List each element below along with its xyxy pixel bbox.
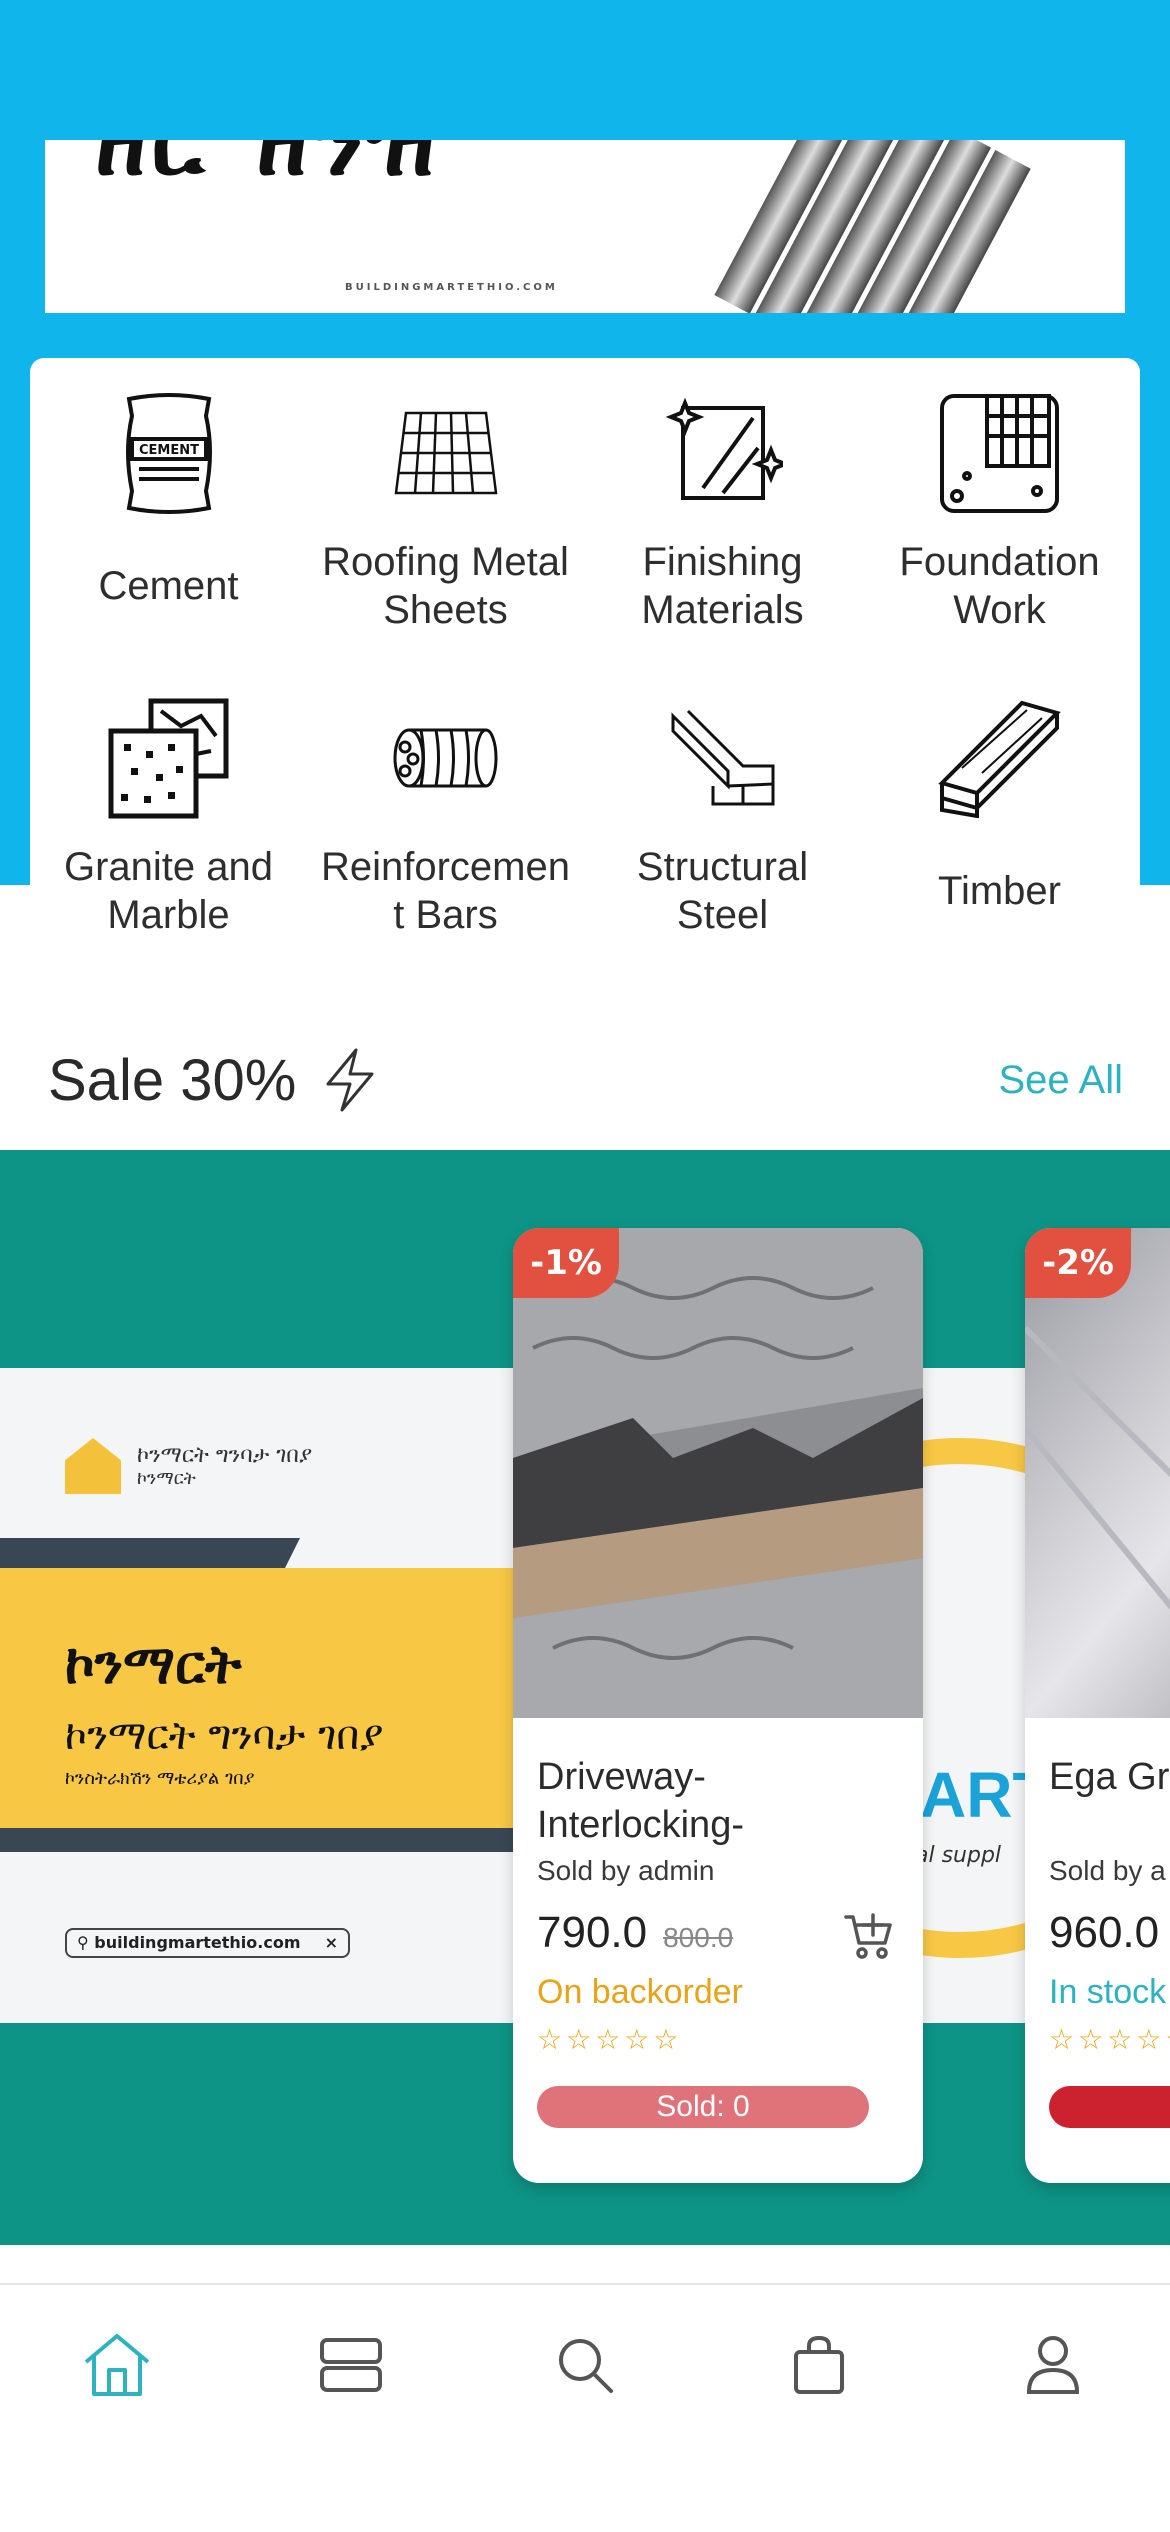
discount-badge: -1% — [513, 1228, 619, 1298]
user-icon — [1026, 2336, 1080, 2394]
nav-home[interactable] — [57, 2320, 177, 2410]
promo-logo-line1: ኮንማርት ግንባታ ገበያ — [137, 1443, 313, 1468]
steel-beam-icon — [658, 693, 788, 823]
stock-status: In stock — [1049, 1973, 1167, 2011]
category-roofing[interactable]: Roofing Metal Sheets — [307, 388, 584, 693]
category-label: Finishing Materials — [641, 540, 804, 632]
promo-logo: ኮንማርት ግንባታ ገበያ ኮንማርት — [65, 1438, 312, 1494]
category-timber[interactable]: Timber — [861, 693, 1138, 998]
close-icon: × — [324, 1933, 338, 1952]
sold-count-bar: S — [1049, 2086, 1170, 2128]
rating-stars: ☆☆☆☆☆ — [1049, 2023, 1170, 2056]
product-card[interactable]: -1% Driveway-Interlocking- Sold by admin… — [513, 1228, 923, 2183]
sold-count-bar: Sold: 0 — [537, 2086, 869, 2128]
category-label: Roofing Metal Sheets — [322, 540, 569, 632]
house-logo-icon — [65, 1438, 121, 1494]
rebar-bundle-icon — [381, 693, 511, 823]
category-rebar[interactable]: Reinforcemen t Bars — [307, 693, 584, 998]
category-granite[interactable]: Granite and Marble — [30, 693, 307, 998]
stock-status: On backorder — [537, 1973, 743, 2011]
product-price: 960.0 — [1049, 1908, 1159, 1958]
promo-logo-line2: ኮንማርት — [137, 1468, 196, 1489]
promo-tagline: ኮንስትራክሽን ማቴሪያል ገበያ — [65, 1768, 255, 1789]
bottom-navigation — [0, 2283, 1170, 2532]
promo-search-text: buildingmartethio.com — [94, 1933, 301, 1952]
product-image — [1025, 1228, 1170, 1718]
sale-products-section: ኮንማርት ግንባታ ገበያ ኮንማርት ኮንማርት ኮንማርት ግንባታ ገበ… — [0, 1150, 1170, 2245]
product-image — [513, 1228, 923, 1718]
search-icon: ⚲ — [77, 1933, 95, 1952]
product-name[interactable]: Driveway-Interlocking- — [537, 1753, 897, 1849]
current-price: 790.0 — [537, 1908, 648, 1957]
category-foundation[interactable]: Foundation Work — [861, 388, 1138, 693]
promo-search-graphic: ⚲ buildingmartethio.com × — [65, 1928, 350, 1958]
category-label: Timber — [938, 869, 1061, 913]
category-label: Structural Steel — [636, 845, 809, 937]
sale-section-header: Sale 30% See All — [48, 1040, 1123, 1120]
product-name[interactable]: Ega Gr — [1049, 1753, 1170, 1801]
product-card[interactable]: -2% Ega Gr Sold by a 960.0 In stock ☆☆☆☆… — [1025, 1228, 1170, 2183]
rebar-image — [714, 140, 1031, 313]
sale-title: Sale 30% — [48, 1047, 378, 1114]
cement-bag-icon: CEMENT — [104, 388, 234, 518]
nav-categories[interactable] — [291, 2320, 411, 2410]
nav-cart[interactable] — [759, 2320, 879, 2410]
current-price: 960.0 — [1049, 1908, 1160, 1957]
category-label: Foundation Work — [899, 540, 1100, 632]
home-icon — [84, 2334, 150, 2396]
search-icon — [559, 2339, 613, 2393]
promo-subheadline: ኮንማርት ግንባታ ገበያ — [65, 1713, 384, 1759]
category-label: Cement — [98, 564, 239, 608]
category-finishing[interactable]: Finishing Materials — [584, 388, 861, 693]
product-price: 790.0 800.0 — [537, 1908, 733, 1958]
timber-planks-icon — [935, 693, 1065, 823]
promo-brand-sub: al suppl — [915, 1843, 1002, 1868]
promo-headline: ኮንማርት — [65, 1633, 242, 1696]
see-all-link[interactable]: See All — [998, 1058, 1123, 1103]
category-label: Reinforcemen t Bars — [320, 845, 570, 937]
bag-icon — [794, 2336, 844, 2394]
banner-headline: ዘሮ ዘንዝ — [95, 140, 440, 197]
foundation-icon — [935, 388, 1065, 518]
nav-account[interactable] — [993, 2320, 1113, 2410]
promo-strip — [0, 1828, 520, 1852]
category-steel[interactable]: Structural Steel — [584, 693, 861, 998]
product-seller: Sold by a — [1049, 1855, 1166, 1886]
product-seller: Sold by admin — [537, 1855, 715, 1886]
rating-stars: ☆☆☆☆☆ — [537, 2023, 683, 2056]
category-label: Granite and Marble — [63, 845, 274, 937]
promo-headline-block: ኮንማርት ኮንማርት ግንባታ ገበያ ኮንስትራክሽን ማቴሪያል ገበያ — [0, 1568, 520, 1828]
nav-search[interactable] — [525, 2320, 645, 2410]
discount-badge: -2% — [1025, 1228, 1131, 1298]
glass-panel-icon — [658, 388, 788, 518]
roofing-sheet-icon — [381, 388, 511, 518]
category-cement[interactable]: CEMENT Cement — [30, 388, 307, 693]
svg-text:CEMENT: CEMENT — [139, 443, 199, 458]
banner-url: BUILDINGMARTETHIO.COM — [345, 282, 558, 293]
granite-tile-icon — [104, 693, 234, 823]
stack-icon — [320, 2338, 382, 2392]
category-grid-card: CEMENT Cement Roofing Metal Sheets Finis… — [30, 358, 1140, 998]
original-price: 800.0 — [663, 1922, 734, 1953]
sale-title-text: Sale 30% — [48, 1047, 297, 1113]
add-to-cart-icon[interactable] — [843, 1911, 895, 1963]
promo-banner[interactable]: ዘሮ ዘንዝ BUILDINGMARTETHIO.COM — [45, 140, 1125, 313]
lightning-icon — [326, 1048, 374, 1112]
